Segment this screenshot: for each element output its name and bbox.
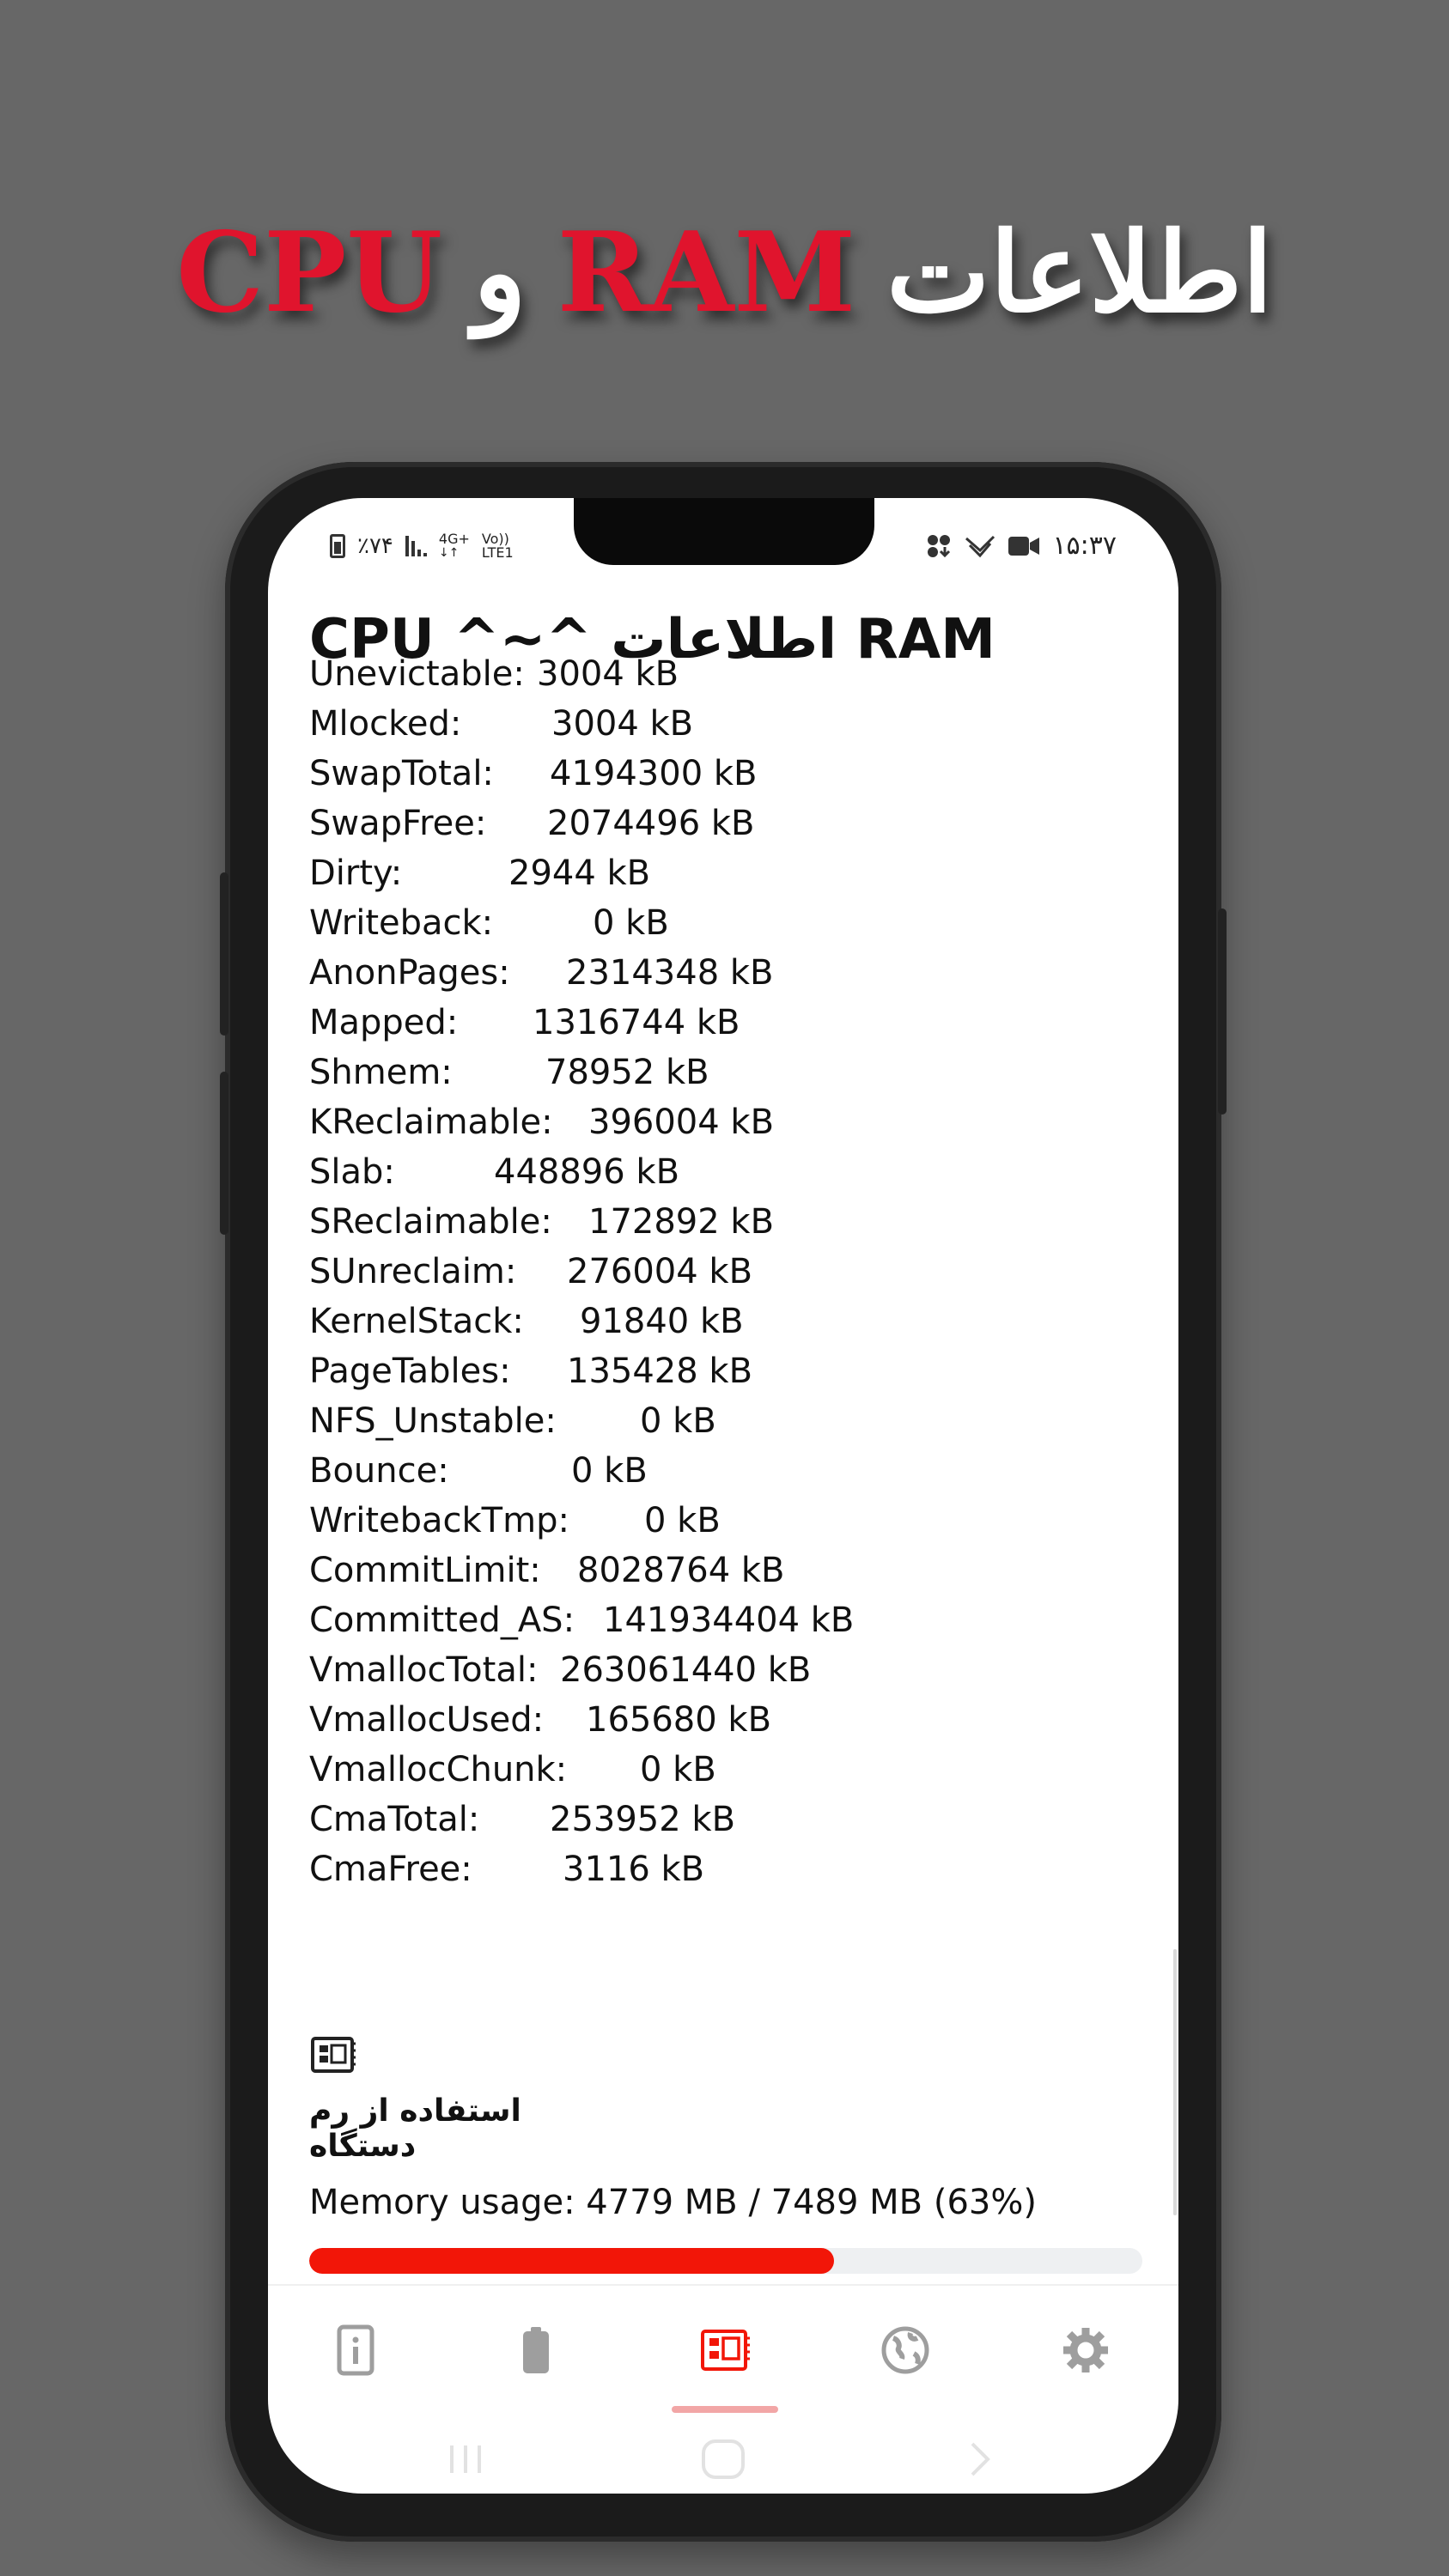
home-icon[interactable] [701, 2439, 746, 2480]
meminfo-label: SwapTotal: [309, 754, 494, 793]
meminfo-label: Bounce: [309, 1451, 449, 1491]
nav-item-info[interactable] [326, 2320, 386, 2380]
meminfo-label: WritebackTmp: [309, 1501, 569, 1540]
video-record-icon [1008, 536, 1040, 556]
meminfo-value: 0 kB [644, 1501, 721, 1540]
meminfo-value: 263061440 kB [560, 1650, 812, 1690]
meminfo-value: 0 kB [593, 903, 669, 943]
memory-chip-icon [311, 2037, 356, 2073]
meminfo-label: SReclaimable: [309, 1202, 552, 1242]
globe-icon [881, 2326, 929, 2374]
meminfo-value: 396004 kB [588, 1103, 775, 1142]
bird-notification-icon [965, 535, 995, 557]
meminfo-value: 0 kB [640, 1401, 716, 1441]
meminfo-value: 0 kB [640, 1750, 716, 1789]
meminfo-value: 78952 kB [545, 1053, 709, 1092]
ram-caption: استفاده از رم دستگاه [309, 2093, 521, 2164]
status-left: ٪۷۴ 4G+ ↓↑ Vo)) LTE1 [330, 532, 514, 560]
info-icon [337, 2324, 374, 2376]
clock: ۱۵:۳۷ [1052, 531, 1117, 561]
nav-item-memory[interactable] [695, 2320, 755, 2380]
meminfo-value: 2944 kB [508, 854, 651, 893]
meminfo-label: VmallocUsed: [309, 1700, 545, 1740]
meminfo-value: 3004 kB [537, 654, 679, 694]
recent-apps-icon[interactable] [447, 2442, 484, 2476]
meminfo-value: 276004 kB [567, 1252, 753, 1291]
promo-title-and: و [472, 209, 527, 337]
memory-progress-fill [309, 2248, 835, 2274]
meminfo-label: VmallocTotal: [309, 1650, 539, 1690]
meminfo-value: 141934404 kB [603, 1601, 855, 1640]
meminfo-label: SUnreclaim: [309, 1252, 517, 1291]
memory-progress-bar [309, 2248, 1142, 2274]
meminfo-value: 0 kB [571, 1451, 648, 1491]
meminfo-label: Mapped: [309, 1003, 459, 1042]
gear-icon [1063, 2328, 1108, 2372]
volume-down-button [220, 1072, 228, 1235]
battery-icon [523, 2327, 549, 2373]
meminfo-label: KReclaimable: [309, 1103, 553, 1142]
meminfo-list[interactable]: Unevictable: 3004 kB Mlocked: 3004 kB SwapTo… [309, 654, 1134, 1889]
meminfo-value: 3004 kB [551, 704, 694, 744]
meminfo-label: VmallocChunk: [309, 1750, 568, 1789]
meminfo-value: 135428 kB [567, 1352, 753, 1391]
nav-item-battery[interactable] [506, 2320, 566, 2380]
nav-item-network[interactable] [875, 2320, 935, 2380]
meminfo-label: Shmem: [309, 1053, 453, 1092]
phone-screen: ٪۷۴ 4G+ ↓↑ Vo)) LTE1 ۱۵:۳۷ CPU ^~^ اطلاع… [268, 498, 1178, 2494]
meminfo-value: 91840 kB [580, 1302, 744, 1341]
scrollbar[interactable] [1173, 1949, 1177, 2215]
power-button [1218, 908, 1227, 1115]
back-icon[interactable] [967, 2440, 993, 2478]
meminfo-label: Writeback: [309, 903, 494, 943]
status-right: ۱۵:۳۷ [925, 531, 1117, 561]
battery-level: ٪۷۴ [357, 533, 393, 559]
phone-frame: ٪۷۴ 4G+ ↓↑ Vo)) LTE1 ۱۵:۳۷ CPU ^~^ اطلاع… [220, 462, 1227, 2542]
promo-title: اطلاعات RAM و CPU [0, 187, 1449, 359]
system-navigation [268, 2425, 1178, 2494]
nav-item-settings[interactable] [1056, 2320, 1116, 2380]
meminfo-value: 1316744 kB [533, 1003, 740, 1042]
meminfo-label: SwapFree: [309, 804, 487, 843]
meminfo-label: PageTables: [309, 1352, 511, 1391]
meminfo-label: CmaFree: [309, 1850, 472, 1889]
meminfo-label: NFS_Unstable: [309, 1401, 557, 1441]
meminfo-label: Slab: [309, 1152, 395, 1192]
bottom-navigation [268, 2284, 1178, 2421]
meminfo-value: 253952 kB [550, 1800, 736, 1839]
meminfo-label: Committed_AS: [309, 1601, 575, 1640]
promo-title-ram: RAM [557, 209, 856, 337]
meminfo-value: 4194300 kB [550, 754, 758, 793]
active-tab-indicator [672, 2406, 778, 2413]
meminfo-value: 8028764 kB [577, 1551, 785, 1590]
signal-icon [405, 536, 427, 556]
meminfo-label: CmaTotal: [309, 1800, 480, 1839]
meminfo-label: Unevictable: [309, 654, 525, 694]
meminfo-value: 2074496 kB [547, 804, 755, 843]
meminfo-label: CommitLimit: [309, 1551, 541, 1590]
meminfo-value: 448896 kB [494, 1152, 680, 1192]
meminfo-label: KernelStack: [309, 1302, 524, 1341]
meminfo-value: 172892 kB [588, 1202, 775, 1242]
meminfo-label: Dirty: [309, 854, 403, 893]
meminfo-value: 165680 kB [586, 1700, 772, 1740]
volume-up-button [220, 872, 228, 1036]
network-type: 4G+ ↓↑ [438, 531, 470, 561]
status-bar: ٪۷۴ 4G+ ↓↑ Vo)) LTE1 ۱۵:۳۷ [268, 524, 1178, 575]
promo-title-cpu: CPU [176, 209, 442, 337]
memory-chip-icon [701, 2330, 750, 2371]
meminfo-value: 3116 kB [563, 1850, 705, 1889]
apps-notification-icon [928, 534, 951, 557]
meminfo-label: AnonPages: [309, 953, 510, 993]
volte-indicator: Vo)) LTE1 [481, 531, 514, 561]
battery-status-icon [330, 534, 345, 558]
promo-title-fa: اطلاعات [886, 209, 1273, 337]
memory-usage-text: Memory usage: 4779 MB / 7489 MB (63%) [309, 2183, 1037, 2222]
ram-usage-section: استفاده از رم دستگاه Memory usage: 4779 … [309, 2035, 1142, 2274]
meminfo-value: 2314348 kB [566, 953, 774, 993]
meminfo-label: Mlocked: [309, 704, 462, 744]
